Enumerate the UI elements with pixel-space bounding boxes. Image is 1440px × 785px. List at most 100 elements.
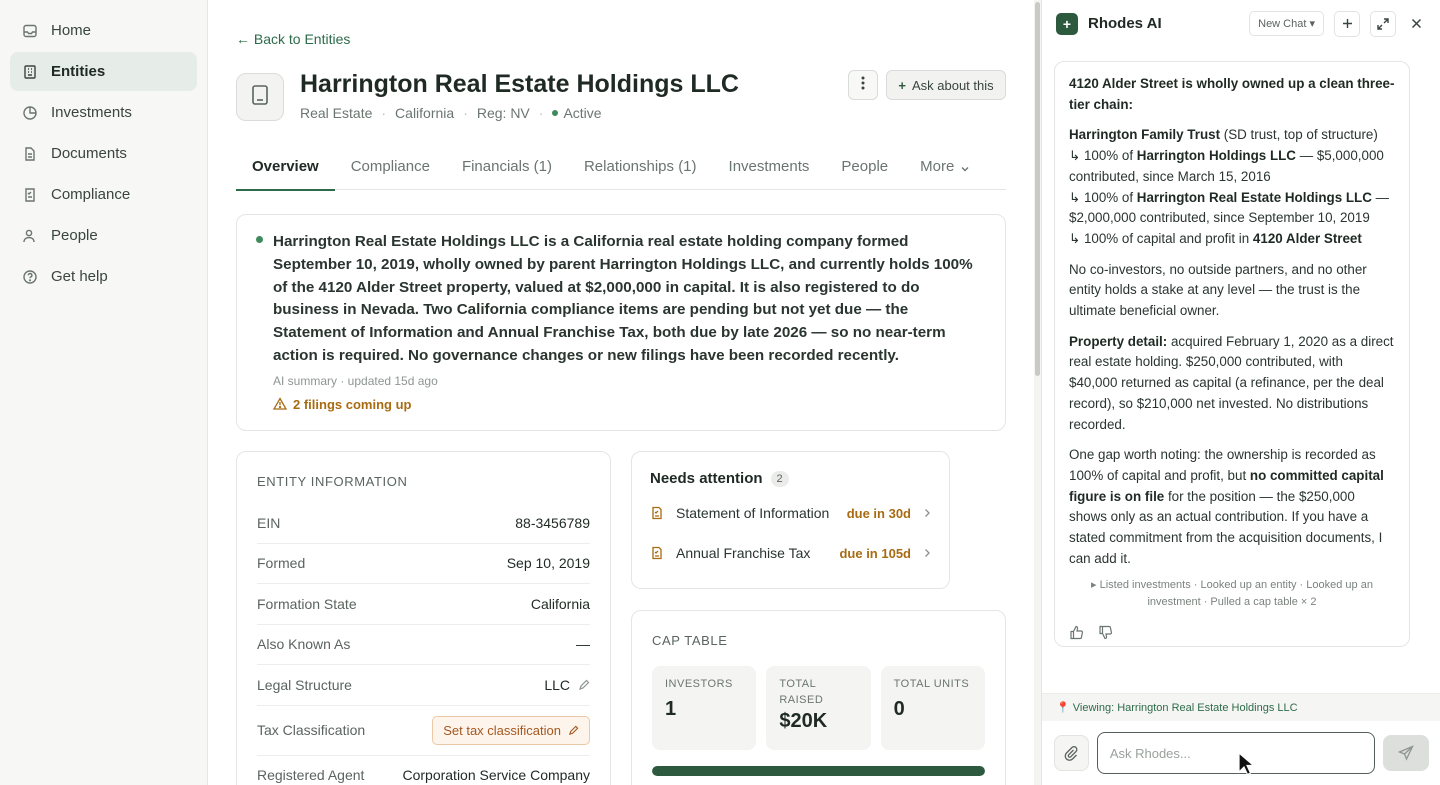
plus-icon <box>1342 18 1353 29</box>
ownership-chain: Harrington Family Trust (SD trust, top o… <box>1069 125 1395 249</box>
tab-bar: Overview Compliance Financials (1) Relat… <box>236 150 1006 191</box>
chain-text: ↳ 100% of <box>1069 189 1137 205</box>
property-label: Property detail: <box>1069 333 1168 349</box>
filing-icon <box>650 546 664 560</box>
info-key: Formed <box>257 555 306 572</box>
ownership-progress-bar <box>652 766 985 776</box>
main-scrollbar[interactable] <box>1034 0 1041 785</box>
cap-stat-value: 1 <box>665 698 677 720</box>
sidebar-item-home[interactable]: Home <box>10 11 197 50</box>
sidebar-item-label: People <box>51 227 98 244</box>
scrollbar-thumb[interactable] <box>1035 2 1040 376</box>
summary-text: Harrington Real Estate Holdings LLC is a… <box>273 233 973 364</box>
chain-entity: 4120 Alder Street <box>1252 230 1362 246</box>
expand-chat-button[interactable] <box>1370 10 1396 37</box>
cap-table-heading: CAP TABLE <box>652 633 728 648</box>
entity-information-heading: ENTITY INFORMATION <box>257 474 408 489</box>
entity-meta: Real Estate · California · Reg: NV · Act… <box>300 105 602 121</box>
tab-financials[interactable]: Financials (1) <box>446 150 568 190</box>
sidebar-item-entities[interactable]: Entities <box>10 52 197 91</box>
chat-header: + Rhodes AI New Chat ▾ <box>1042 0 1440 47</box>
tool-trace[interactable]: ▸ Listed investments · Looked up an enti… <box>1069 577 1395 611</box>
edit-pencil-icon[interactable] <box>578 679 590 691</box>
people-icon <box>22 228 38 244</box>
sidebar-item-people[interactable]: People <box>10 216 197 255</box>
set-tax-classification-button[interactable]: Set tax classification <box>432 715 590 745</box>
cap-stat-label: TOTAL UNITS <box>893 678 970 690</box>
entity-avatar <box>236 73 284 121</box>
cap-stat-total-raised: TOTAL RAISED $20K <box>766 666 871 750</box>
attention-item-label: Statement of Information <box>676 505 830 521</box>
attention-item-statement-of-information[interactable]: Statement of Information due in 30d <box>650 493 931 533</box>
tab-investments[interactable]: Investments <box>713 150 826 190</box>
info-value: Corporation Service Company <box>402 767 590 784</box>
cap-stat-investors: INVESTORS 1 <box>652 666 757 750</box>
message-feedback <box>1069 625 1395 640</box>
bullet-dot-icon <box>256 236 263 243</box>
info-value: LLC <box>544 676 570 693</box>
thumbs-up-icon[interactable] <box>1069 625 1084 640</box>
kebab-icon <box>861 76 865 95</box>
info-key: Formation State <box>257 595 357 612</box>
sidebar-item-label: Entities <box>51 63 106 80</box>
chain-entity: Harrington Real Estate Holdings LLC <box>1136 189 1372 205</box>
viewing-context-bar: 📍 Viewing: Harrington Real Estate Holdin… <box>1042 693 1440 721</box>
help-icon <box>22 269 38 285</box>
attention-item-annual-franchise-tax[interactable]: Annual Franchise Tax due in 105d <box>650 533 931 573</box>
send-icon <box>1397 745 1414 761</box>
checklist-icon <box>22 187 38 203</box>
info-key: EIN <box>257 514 281 531</box>
sidebar-item-investments[interactable]: Investments <box>10 93 197 132</box>
info-key: Legal Structure <box>257 676 352 693</box>
info-row-legal-structure: Legal Structure LLC <box>257 665 590 706</box>
attach-button[interactable] <box>1054 735 1089 771</box>
chevron-down-icon <box>960 161 970 178</box>
sidebar-item-label: Compliance <box>51 186 131 203</box>
cap-stat-total-units: TOTAL UNITS 0 <box>880 666 985 750</box>
info-key: Tax Classification <box>257 722 366 738</box>
new-chat-dropdown[interactable]: New Chat ▾ <box>1249 11 1324 36</box>
sidebar-item-compliance[interactable]: Compliance <box>10 175 197 214</box>
summary-updated: AI summary · updated 15d ago <box>273 373 438 388</box>
chat-input[interactable] <box>1096 732 1375 774</box>
needs-attention-title: Needs attention <box>650 470 763 487</box>
property-detail: Property detail: acquired February 1, 20… <box>1069 332 1395 436</box>
pie-chart-icon <box>22 105 38 121</box>
paperclip-icon <box>1063 745 1079 761</box>
sparkle-icon: + <box>898 77 906 93</box>
attention-item-due: due in 30d <box>846 505 911 521</box>
message-intro: 4120 Alder Street is wholly owned up a c… <box>1069 76 1395 112</box>
close-chat-button[interactable] <box>1406 14 1426 34</box>
tab-people[interactable]: People <box>825 150 904 190</box>
send-button[interactable] <box>1382 735 1430 771</box>
tab-overview[interactable]: Overview <box>236 150 335 191</box>
sidebar-item-get-help[interactable]: Get help <box>10 257 197 296</box>
ask-about-this-button[interactable]: + Ask about this <box>886 70 1006 100</box>
chain-text: ↳ 100% of capital and profit in <box>1069 230 1253 246</box>
more-options-button[interactable] <box>848 70 878 100</box>
info-value: California <box>530 595 590 612</box>
sidebar-item-documents[interactable]: Documents <box>10 134 197 173</box>
mouse-cursor-icon <box>1238 751 1256 781</box>
cap-stat-value: $20K <box>779 710 828 732</box>
cap-stat-value: 0 <box>893 698 905 720</box>
assistant-message: 4120 Alder Street is wholly owned up a c… <box>1054 61 1410 647</box>
thumbs-down-icon[interactable] <box>1098 625 1113 640</box>
info-value: — <box>576 636 590 653</box>
status-dot-icon <box>552 110 559 116</box>
tab-relationships[interactable]: Relationships (1) <box>568 150 713 190</box>
page-title: Harrington Real Estate Holdings LLC <box>300 70 739 98</box>
sidebar-item-label: Home <box>51 22 92 39</box>
ask-button-label: Ask about this <box>911 77 994 93</box>
filings-warning[interactable]: 2 filings coming up <box>272 396 985 413</box>
filing-icon <box>650 506 664 520</box>
back-to-entities-link[interactable]: ← Back to Entities <box>236 31 350 47</box>
add-chat-button[interactable] <box>1334 10 1360 37</box>
inbox-icon <box>22 23 38 39</box>
pencil-icon <box>568 725 579 736</box>
info-row-formed: Formed Sep 10, 2019 <box>257 544 590 584</box>
cap-stat-label: TOTAL RAISED <box>779 678 824 706</box>
tab-more[interactable]: More <box>904 150 986 190</box>
tab-compliance[interactable]: Compliance <box>335 150 446 190</box>
document-icon <box>22 146 38 162</box>
